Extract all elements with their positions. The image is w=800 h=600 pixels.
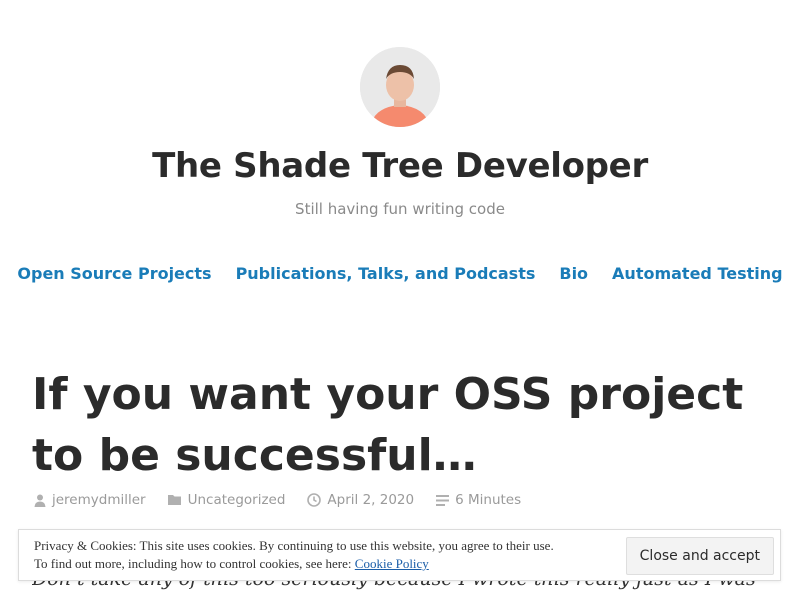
clock-icon: [307, 493, 322, 507]
date-link[interactable]: April 2, 2020: [327, 492, 414, 508]
nav-item-automated-testing[interactable]: Automated Testing: [612, 264, 783, 283]
post-title[interactable]: If you want your OSS project to be succe…: [32, 364, 772, 486]
reading-time-text: 6 Minutes: [455, 492, 522, 508]
person-icon: [34, 494, 46, 507]
main-navigation: Open Source Projects Publications, Talks,…: [0, 264, 800, 283]
nav-item-bio[interactable]: Bio: [559, 264, 588, 283]
author-link[interactable]: jeremydmiller: [52, 492, 146, 508]
avatar-image: [360, 47, 440, 127]
post-author: jeremydmiller: [34, 492, 146, 508]
cookie-notice-text: Privacy & Cookies: This site uses cookie…: [34, 537, 634, 573]
close-and-accept-button[interactable]: Close and accept: [625, 537, 774, 575]
nav-item-open-source-projects[interactable]: Open Source Projects: [17, 264, 211, 283]
cookie-notice-line2: To find out more, including how to contr…: [34, 555, 634, 573]
folder-icon: [167, 495, 181, 505]
nav-item-publications[interactable]: Publications, Talks, and Podcasts: [236, 264, 536, 283]
category-link[interactable]: Uncategorized: [188, 492, 286, 508]
lines-icon: [436, 494, 450, 506]
cookie-notice: Privacy & Cookies: This site uses cookie…: [18, 529, 781, 581]
site-title[interactable]: The Shade Tree Developer: [0, 146, 800, 186]
cookie-notice-line2-prefix: To find out more, including how to contr…: [34, 556, 355, 571]
post-date: April 2, 2020: [307, 492, 414, 508]
post-meta: jeremydmiller Uncategorized April 2, 202…: [34, 492, 774, 508]
cookie-policy-link[interactable]: Cookie Policy: [355, 556, 429, 571]
cookie-notice-line1: Privacy & Cookies: This site uses cookie…: [34, 538, 554, 553]
site-avatar[interactable]: [360, 47, 440, 127]
post-category: Uncategorized: [167, 492, 286, 508]
site-tagline: Still having fun writing code: [295, 200, 505, 218]
post-reading-time: 6 Minutes: [436, 492, 521, 508]
